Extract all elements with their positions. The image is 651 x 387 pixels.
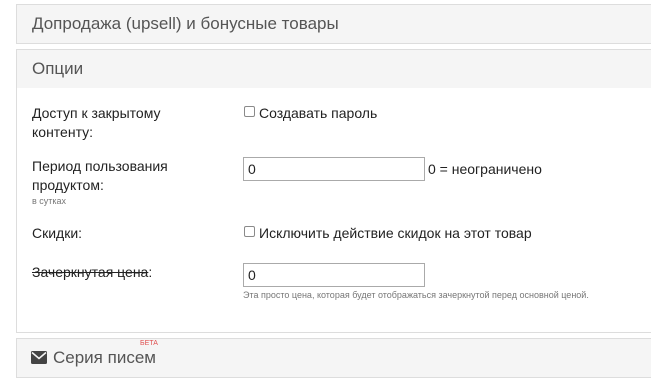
period-unlimited-note: 0 = неограничено xyxy=(428,161,542,177)
period-input[interactable] xyxy=(243,157,425,181)
create-password-checkbox[interactable] xyxy=(244,106,255,117)
discounts-label: Скидки: xyxy=(32,225,83,241)
access-label: Доступ к закрытому контенту: xyxy=(32,105,161,140)
create-password-label[interactable]: Создавать пароль xyxy=(259,105,377,121)
period-label: Период пользования продуктом: xyxy=(32,158,168,193)
strike-price-help: Эта просто цена, которая будет отображат… xyxy=(243,290,589,300)
period-hint: в сутках xyxy=(32,196,67,206)
options-section-title: Опции xyxy=(32,59,84,78)
strike-price-label-text: Зачеркнутая цена xyxy=(32,264,149,280)
upsell-section-header[interactable]: Допродажа (upsell) и бонусные товары xyxy=(16,4,651,44)
exclude-discounts-checkbox[interactable] xyxy=(244,226,255,237)
envelope-icon xyxy=(31,351,47,364)
strike-price-label-colon: : xyxy=(148,264,153,280)
strike-price-label: Зачеркнутая цена: xyxy=(32,263,222,282)
strike-price-input[interactable] xyxy=(243,263,425,287)
letters-section-header[interactable]: Серия писем xyxy=(16,338,651,378)
letters-section-title: Серия писем xyxy=(53,348,156,367)
upsell-section-title: Допродажа (upsell) и бонусные товары xyxy=(32,14,339,33)
beta-badge: БЕТА xyxy=(140,340,158,347)
exclude-discounts-label[interactable]: Исключить действие скидок на этот товар xyxy=(259,225,532,241)
options-section-header[interactable]: Опции xyxy=(16,49,651,89)
